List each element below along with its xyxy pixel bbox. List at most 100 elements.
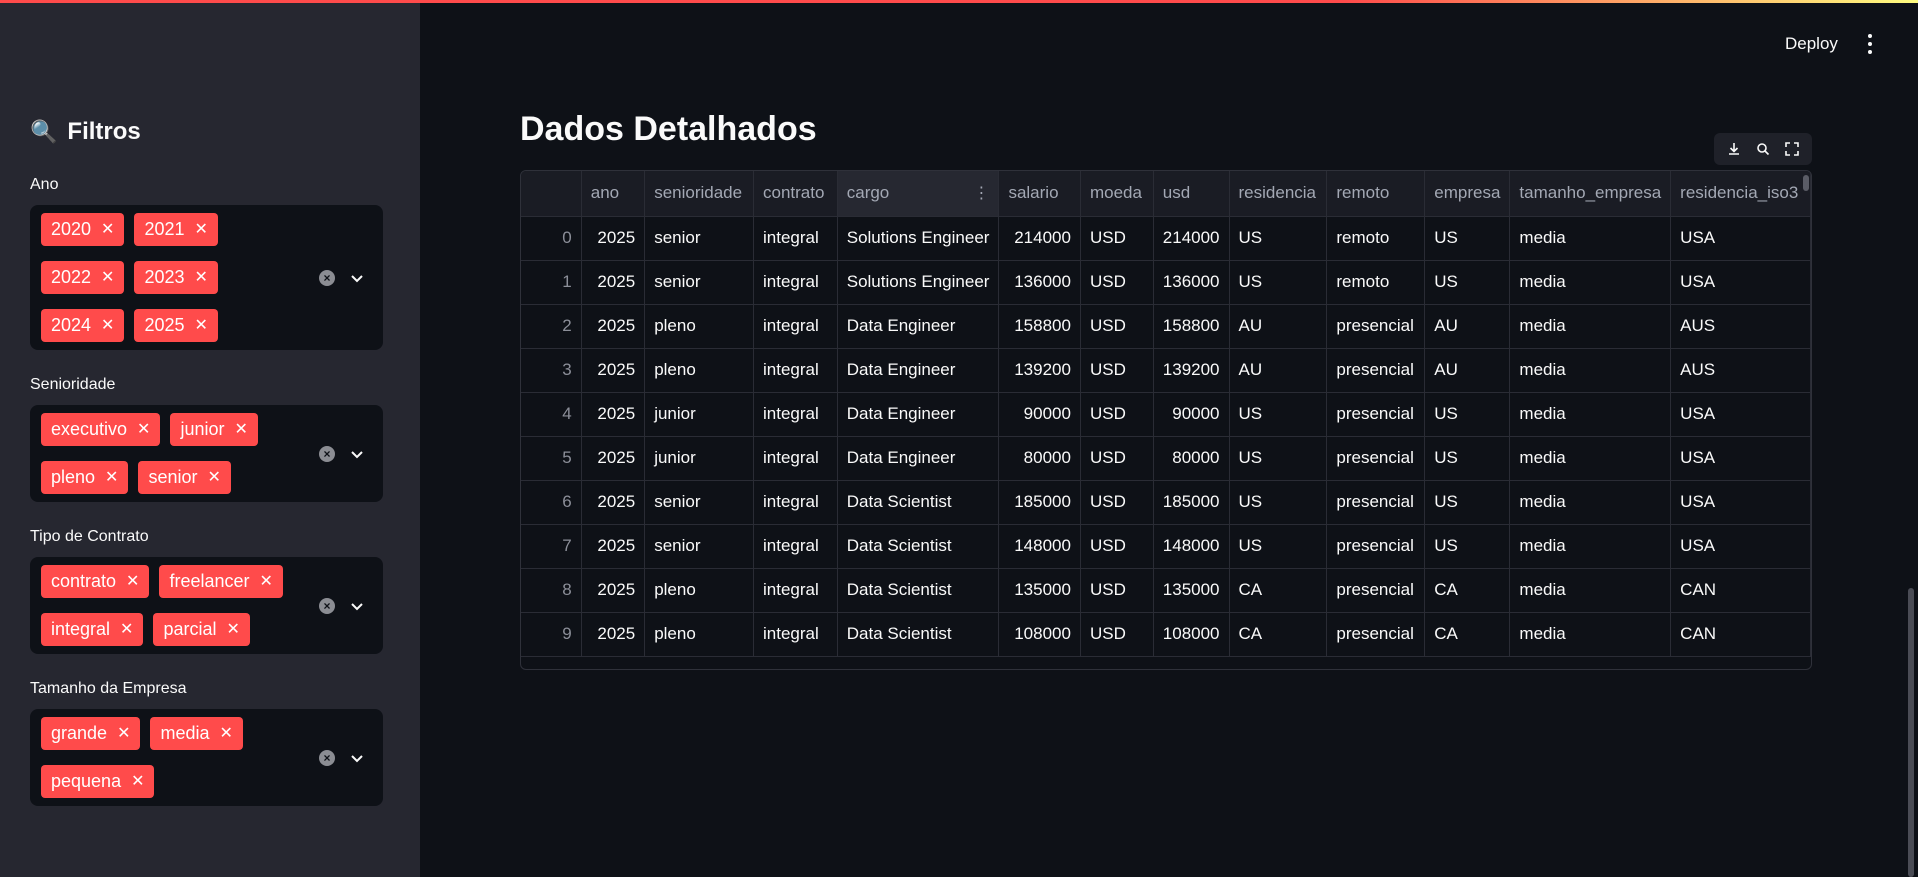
filter-chip[interactable]: pequena ✕: [41, 765, 155, 798]
filter-chip[interactable]: executivo ✕: [41, 413, 161, 446]
table-row[interactable]: 4 2025 junior integral Data Engineer 90000 USD…: [521, 392, 1811, 437]
multiselect-ano[interactable]: 2020 ✕ 2021 ✕ 2022 ✕ 2023 ✕ 2024 ✕ 2025 ✕ ×: [30, 205, 383, 350]
cell-residencia[interactable]: US: [1229, 216, 1328, 261]
cell-cargo[interactable]: Solutions Engineer: [837, 216, 1000, 261]
table-row[interactable]: 3 2025 pleno integral Data Engineer 139200 USD…: [521, 348, 1811, 393]
cell-cargo[interactable]: Data Scientist: [837, 568, 1000, 613]
data-grid[interactable]: ano senioridade contrato cargo ⋮ salario moeda…: [520, 170, 1812, 670]
multiselect-tamanho-da-empresa[interactable]: grande ✕ media ✕ pequena ✕ ×: [30, 709, 383, 806]
cell-usd[interactable]: 148000: [1153, 524, 1230, 569]
search-icon[interactable]: [1753, 139, 1773, 159]
cell-residencia[interactable]: CA: [1229, 612, 1328, 657]
cell-residencia_iso3[interactable]: AUS: [1670, 304, 1811, 349]
row-index[interactable]: 5: [521, 436, 582, 481]
filter-chip[interactable]: 2020 ✕: [41, 213, 125, 246]
filter-chip[interactable]: 2023 ✕: [134, 261, 218, 294]
remove-chip-icon[interactable]: ✕: [131, 773, 144, 790]
cell-usd[interactable]: 136000: [1153, 260, 1230, 305]
filter-chip[interactable]: 2024 ✕: [41, 309, 125, 342]
cell-contrato[interactable]: integral: [753, 568, 838, 613]
cell-usd[interactable]: 139200: [1153, 348, 1230, 393]
cell-senioridade[interactable]: pleno: [644, 568, 755, 613]
remove-chip-icon[interactable]: ✕: [101, 269, 114, 286]
cell-contrato[interactable]: integral: [753, 524, 838, 569]
cell-ano[interactable]: 2025: [581, 436, 646, 481]
cell-tamanho_empresa[interactable]: media: [1509, 524, 1672, 569]
table-row[interactable]: 5 2025 junior integral Data Engineer 80000 USD…: [521, 436, 1811, 481]
column-menu-icon[interactable]: ⋮: [973, 183, 989, 203]
cell-moeda[interactable]: USD: [1080, 568, 1154, 613]
remove-chip-icon[interactable]: ✕: [195, 221, 208, 238]
column-header-contrato[interactable]: contrato: [753, 171, 838, 217]
cell-ano[interactable]: 2025: [581, 216, 646, 261]
clear-all-icon[interactable]: ×: [319, 445, 335, 462]
filter-chip[interactable]: junior ✕: [170, 413, 258, 446]
column-header-salario[interactable]: salario: [998, 171, 1081, 217]
remove-chip-icon[interactable]: ✕: [126, 573, 139, 590]
chevron-down-icon[interactable]: [349, 270, 365, 286]
cell-residencia[interactable]: CA: [1229, 568, 1328, 613]
cell-remoto[interactable]: presencial: [1326, 304, 1426, 349]
cell-residencia_iso3[interactable]: USA: [1670, 436, 1811, 481]
cell-senioridade[interactable]: pleno: [644, 612, 755, 657]
cell-usd[interactable]: 135000: [1153, 568, 1230, 613]
column-header-cargo[interactable]: cargo ⋮: [837, 171, 1000, 217]
cell-moeda[interactable]: USD: [1080, 392, 1154, 437]
cell-salario[interactable]: 136000: [998, 260, 1081, 305]
table-row[interactable]: 0 2025 senior integral Solutions Engineer 214…: [521, 216, 1811, 261]
remove-chip-icon[interactable]: ✕: [195, 317, 208, 334]
cell-senioridade[interactable]: senior: [644, 524, 755, 569]
remove-chip-icon[interactable]: ✕: [226, 621, 239, 638]
cell-remoto[interactable]: presencial: [1326, 612, 1426, 657]
cell-remoto[interactable]: presencial: [1326, 568, 1426, 613]
cell-ano[interactable]: 2025: [581, 304, 646, 349]
cell-salario[interactable]: 148000: [998, 524, 1081, 569]
cell-senioridade[interactable]: junior: [644, 436, 755, 481]
cell-empresa[interactable]: US: [1424, 480, 1511, 525]
cell-remoto[interactable]: presencial: [1326, 480, 1426, 525]
cell-residencia[interactable]: US: [1229, 392, 1328, 437]
cell-salario[interactable]: 80000: [998, 436, 1081, 481]
cell-cargo[interactable]: Data Engineer: [837, 304, 1000, 349]
column-header-index[interactable]: [521, 171, 582, 217]
cell-ano[interactable]: 2025: [581, 524, 646, 569]
cell-cargo[interactable]: Data Scientist: [837, 524, 1000, 569]
filter-chip[interactable]: media ✕: [150, 717, 243, 750]
cell-contrato[interactable]: integral: [753, 612, 838, 657]
filter-chip[interactable]: contrato ✕: [41, 565, 150, 598]
cell-moeda[interactable]: USD: [1080, 260, 1154, 305]
cell-tamanho_empresa[interactable]: media: [1509, 436, 1672, 481]
cell-ano[interactable]: 2025: [581, 568, 646, 613]
table-row[interactable]: 9 2025 pleno integral Data Scientist 108000 US…: [521, 612, 1811, 657]
cell-ano[interactable]: 2025: [581, 260, 646, 305]
cell-empresa[interactable]: US: [1424, 260, 1511, 305]
cell-cargo[interactable]: Data Engineer: [837, 392, 1000, 437]
remove-chip-icon[interactable]: ✕: [137, 421, 150, 438]
cell-empresa[interactable]: CA: [1424, 568, 1511, 613]
row-index[interactable]: 7: [521, 524, 582, 569]
cell-remoto[interactable]: presencial: [1326, 348, 1426, 393]
cell-tamanho_empresa[interactable]: media: [1509, 304, 1672, 349]
cell-tamanho_empresa[interactable]: media: [1509, 348, 1672, 393]
cell-contrato[interactable]: integral: [753, 260, 838, 305]
row-index[interactable]: 1: [521, 260, 582, 305]
cell-residencia_iso3[interactable]: USA: [1670, 392, 1811, 437]
table-row[interactable]: 1 2025 senior integral Solutions Engineer 136…: [521, 260, 1811, 305]
cell-residencia_iso3[interactable]: USA: [1670, 480, 1811, 525]
cell-tamanho_empresa[interactable]: media: [1509, 568, 1672, 613]
row-index[interactable]: 3: [521, 348, 582, 393]
cell-usd[interactable]: 158800: [1153, 304, 1230, 349]
cell-moeda[interactable]: USD: [1080, 480, 1154, 525]
cell-usd[interactable]: 214000: [1153, 216, 1230, 261]
remove-chip-icon[interactable]: ✕: [220, 725, 233, 742]
cell-ano[interactable]: 2025: [581, 480, 646, 525]
chevron-down-icon[interactable]: [349, 598, 365, 614]
page-scrollbar[interactable]: [1908, 588, 1914, 877]
column-header-empresa[interactable]: empresa: [1424, 171, 1511, 217]
cell-tamanho_empresa[interactable]: media: [1509, 216, 1672, 261]
cell-remoto[interactable]: presencial: [1326, 436, 1426, 481]
fullscreen-icon[interactable]: [1782, 139, 1802, 159]
cell-salario[interactable]: 108000: [998, 612, 1081, 657]
row-index[interactable]: 8: [521, 568, 582, 613]
multiselect-senioridade[interactable]: executivo ✕ junior ✕ pleno ✕ senior ✕ ×: [30, 405, 383, 502]
